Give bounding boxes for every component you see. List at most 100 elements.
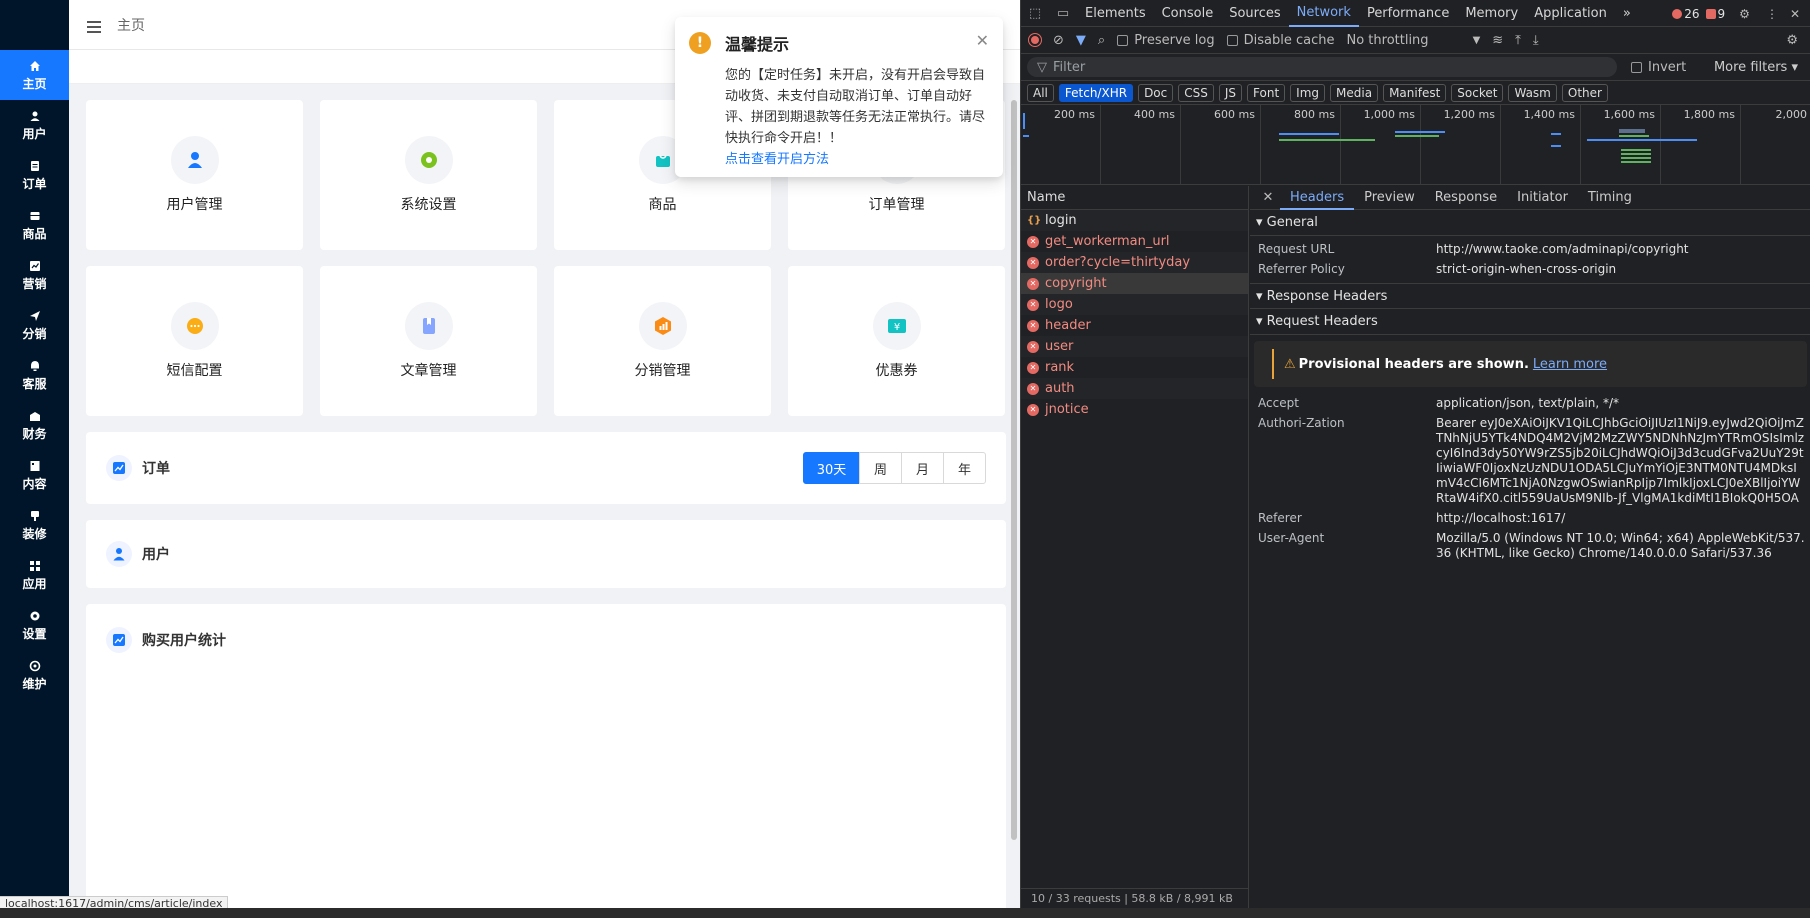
request-row[interactable]: ✕ auth [1021,378,1248,399]
tab-application[interactable]: Application [1526,0,1615,27]
request-row[interactable]: ✕ user [1021,336,1248,357]
sidebar-item-distribution[interactable]: 分销 [0,300,69,350]
sidebar-item-marketing[interactable]: 营销 [0,250,69,300]
type-filter-all[interactable]: All [1027,83,1054,102]
close-icon[interactable]: ✕ [976,31,989,50]
hamburger-menu-icon[interactable] [87,18,101,33]
record-stop-icon[interactable] [1029,34,1041,46]
kebab-menu-icon[interactable]: ⋮ [1766,7,1778,21]
shortcut-user-management[interactable]: 用户管理 [86,100,303,250]
type-filter-wasm[interactable]: Wasm [1508,83,1557,102]
error-icon: ✕ [1027,256,1039,269]
shortcut-label: 商品 [648,197,677,213]
more-tabs-icon[interactable]: » [1615,0,1639,27]
range-option-year[interactable]: 年 [943,452,986,484]
send-icon [28,309,42,323]
type-filter-media[interactable]: Media [1330,83,1379,102]
request-row[interactable]: ✕ header [1021,315,1248,336]
tab-timing[interactable]: Timing [1578,186,1642,210]
type-filter-manifest[interactable]: Manifest [1383,83,1447,102]
tab-sources[interactable]: Sources [1221,0,1288,27]
home-icon [28,59,42,73]
tab-headers[interactable]: Headers [1280,186,1355,210]
network-overview-timeline[interactable]: 200 ms 400 ms 600 ms 800 ms 1,000 ms 1,2… [1021,105,1810,185]
bell-icon [28,359,42,373]
type-filter-other[interactable]: Other [1561,83,1608,102]
disable-cache-checkbox[interactable]: Disable cache [1226,33,1334,48]
sidebar-item-content[interactable]: 内容 [0,450,69,500]
type-filter-css[interactable]: CSS [1178,83,1214,102]
warning-count-badge[interactable]: 9 [1705,7,1725,21]
filter-icon[interactable]: ▼ [1076,33,1086,48]
request-row[interactable]: ✕ logo [1021,294,1248,315]
sidebar-item-settings[interactable]: 设置 [0,600,69,650]
gear-icon[interactable]: ⚙ [1739,7,1750,21]
tab-elements[interactable]: Elements [1077,0,1154,27]
sidebar-item-service[interactable]: 客服 [0,350,69,400]
tab-preview[interactable]: Preview [1354,186,1425,210]
export-har-icon[interactable]: ⤓ [1533,33,1539,48]
user-icon [28,109,42,123]
network-conditions-icon[interactable]: ≋ [1492,33,1503,48]
shortcut-coupon[interactable]: ¥ 优惠券 [788,266,1005,416]
general-section-toggle[interactable]: ▾ General [1250,210,1810,236]
error-count-badge[interactable]: 26 [1672,7,1700,21]
shortcut-article-management[interactable]: 文章管理 [320,266,537,416]
sidebar-item-apps[interactable]: 应用 [0,550,69,600]
range-option-30days[interactable]: 30天 [803,452,860,484]
request-row[interactable]: ✕ order?cycle=thirtyday [1021,252,1248,273]
sidebar-item-order[interactable]: 订单 [0,150,69,200]
shortcut-system-settings[interactable]: 系统设置 [320,100,537,250]
request-row[interactable]: ✕ jnotice [1021,399,1248,420]
request-row-selected[interactable]: ✕ copyright [1021,273,1248,294]
notification-help-link[interactable]: 点击查看开启方法 [725,149,987,170]
close-detail-icon[interactable]: ✕ [1256,190,1280,205]
sidebar-item-home[interactable]: 主页 [0,50,69,100]
tab-memory[interactable]: Memory [1457,0,1526,27]
type-filter-img[interactable]: Img [1290,83,1326,102]
throttling-select[interactable]: No throttling ▼ [1346,33,1480,48]
preserve-log-checkbox[interactable]: Preserve log [1117,33,1215,48]
type-filter-socket[interactable]: Socket [1451,83,1504,102]
sidebar-item-maintain[interactable]: 维护 [0,650,69,700]
tab-console[interactable]: Console [1154,0,1222,27]
request-row-login[interactable]: {} login [1021,210,1248,231]
more-filters-dropdown[interactable]: More filters ▾ [1714,60,1798,75]
range-option-month[interactable]: 月 [901,452,944,484]
request-row[interactable]: ✕ rank [1021,357,1248,378]
response-headers-section-toggle[interactable]: ▾ Response Headers [1250,283,1810,309]
tab-response[interactable]: Response [1425,186,1507,210]
type-filter-js[interactable]: JS [1218,83,1243,102]
sidebar-item-finance[interactable]: 财务 [0,400,69,450]
type-filter-doc[interactable]: Doc [1138,83,1174,102]
type-filter-fetch-xhr[interactable]: Fetch/XHR [1058,83,1134,102]
invert-checkbox[interactable]: Invert [1631,60,1686,75]
type-filter-font[interactable]: Font [1247,83,1286,102]
shortcut-distribution-management[interactable]: 分销管理 [554,266,771,416]
tab-performance[interactable]: Performance [1359,0,1457,27]
range-option-week[interactable]: 周 [859,452,902,484]
header-row: Accept application/json, text/plain, */* [1258,396,1620,410]
request-row[interactable]: ✕ get_workerman_url [1021,231,1248,252]
shortcut-sms-config[interactable]: 短信配置 [86,266,303,416]
network-settings-icon[interactable]: ⚙ [1786,33,1798,48]
search-icon[interactable]: ⌕ [1098,33,1105,48]
breadcrumb[interactable]: 主页 [117,15,145,35]
learn-more-link[interactable]: Learn more [1533,357,1607,372]
tab-network[interactable]: Network [1288,0,1359,27]
page-scrollbar[interactable] [1011,100,1017,840]
tab-initiator[interactable]: Initiator [1507,186,1578,210]
order-panel: 订单 30天 周 月 年 [86,432,1006,504]
request-headers-section-toggle[interactable]: ▾ Request Headers [1250,309,1810,335]
name-column-header[interactable]: Name [1021,186,1248,210]
trend-chart-icon [106,455,132,481]
device-toolbar-icon[interactable]: ▭ [1049,0,1077,27]
sidebar-item-goods[interactable]: 商品 [0,200,69,250]
sidebar-item-decor[interactable]: 装修 [0,500,69,550]
import-har-icon[interactable]: ⤒ [1515,33,1521,48]
inspect-element-icon[interactable]: ⬚ [1021,0,1049,27]
clear-icon[interactable]: ⊘ [1053,33,1064,48]
close-icon[interactable]: ✕ [1790,7,1800,21]
filter-input[interactable]: ▽ Filter [1027,57,1617,77]
sidebar-item-user[interactable]: 用户 [0,100,69,150]
